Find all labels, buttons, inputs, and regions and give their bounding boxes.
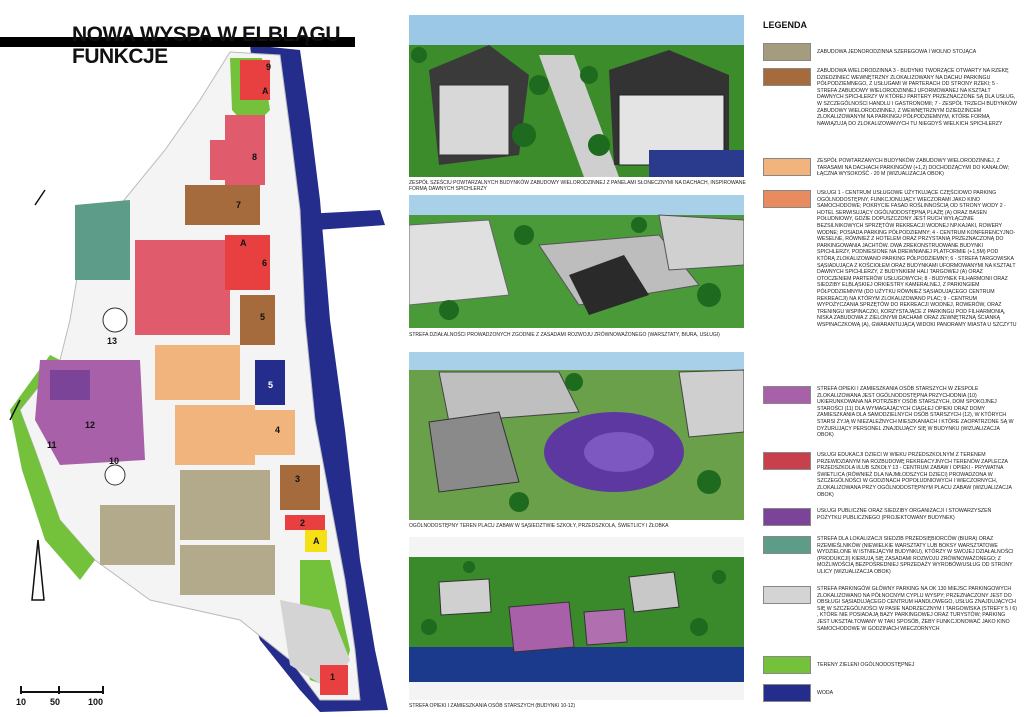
render-1-svg <box>409 15 744 177</box>
render-image-1 <box>409 15 744 177</box>
zone-label: 7 <box>236 200 242 210</box>
legend-text: ZABUDOWA WIELORODZINNA 3 - BUDYNKI TWORZ… <box>817 68 1017 127</box>
legend-item: STREFA OPIEKI I ZAMIESZKANIA OSÓB STARSZ… <box>763 386 1019 448</box>
zone-label: 12 <box>85 420 96 430</box>
zone-5a <box>240 295 275 345</box>
zone-label: A <box>262 86 269 96</box>
legend-swatch <box>763 536 811 554</box>
zone-business <box>75 200 130 280</box>
zone-label: 6 <box>262 258 268 268</box>
render-caption: STREFA DZIAŁALNOŚCI PROWADZONYCH ZGODNIE… <box>409 332 720 338</box>
zone-label: A <box>313 536 320 546</box>
scale-tick <box>58 686 60 694</box>
north-arrow-icon <box>31 539 45 601</box>
render-2-svg <box>409 195 744 328</box>
zone-single-2 <box>100 505 175 565</box>
zone-label: 13 <box>107 336 118 346</box>
legend-swatch <box>763 43 811 61</box>
zone-label: 9 <box>266 62 272 72</box>
legend-item: USŁUGI 1 - CENTRUM USŁUGOWE UŻYTKUJĄCE C… <box>763 190 1019 382</box>
legend-swatch <box>763 452 811 470</box>
legend-item: USŁUGI PUBLICZNE ORAZ SIEDZIBY ORGANIZAC… <box>763 508 1019 528</box>
site-plan-svg <box>9 45 388 712</box>
zone-3 <box>280 465 320 510</box>
legend-item: TERENY ZIELENI OGÓLNODOSTĘPNEJ <box>763 656 1019 676</box>
legend-swatch <box>763 68 811 86</box>
zone-label: 10 <box>109 456 120 466</box>
legend-swatch <box>763 508 811 526</box>
zone-label: A <box>240 238 247 248</box>
zone-label: 5 <box>268 380 274 390</box>
scale-tick <box>20 686 22 694</box>
legend-item: USŁUGI EDUKACJI DZIECI W WIEKU PRZEDSZKO… <box>763 452 1019 504</box>
render-image-4 <box>409 537 744 700</box>
legend-item: STREFA DLA LOKALIZACJI SIEDZIB PRZEDSIĘB… <box>763 536 1019 582</box>
legend-swatch <box>763 190 811 208</box>
legend-swatch <box>763 158 811 176</box>
compass-bracket-icon-2 <box>34 189 46 206</box>
zone-label: 8 <box>252 152 258 162</box>
scale-label: 100 <box>88 697 104 707</box>
zone-10 <box>104 464 126 486</box>
legend-swatch <box>763 684 811 702</box>
legend-item: STREFA PARKINGÓW GŁÓWNY PARKING NA OK 13… <box>763 586 1019 652</box>
legend-title: LEGENDA <box>763 20 808 30</box>
legend-text: STREFA OPIEKI I ZAMIESZKANIA OSÓB STARSZ… <box>817 386 1014 439</box>
site-plan-map: 9 A 8 7 A 6 5 13 5 4 12 11 10 3 2 A 1 10… <box>0 0 400 717</box>
legend-text: STREFA DLA LOKALIZACJI SIEDZIB PRZEDSIĘB… <box>817 536 1014 575</box>
legend-swatch <box>763 656 811 674</box>
scale-bar: 10 50 100 <box>14 683 114 713</box>
legend-item: ZABUDOWA JEDNORODZINNA SZEREGOWA I WOLNO… <box>763 43 1019 67</box>
zone-elderly-dark <box>50 370 90 400</box>
scale-tick <box>102 686 104 694</box>
zone-orange-2 <box>175 405 255 465</box>
zone-services-pink <box>135 240 230 335</box>
zone-label: 2 <box>300 518 306 528</box>
zone-label: 3 <box>295 474 301 484</box>
scale-label: 10 <box>16 697 27 707</box>
zone-7-box <box>210 140 230 180</box>
render-3-svg <box>409 352 744 520</box>
legend-text: USŁUGI PUBLICZNE ORAZ SIEDZIBY ORGANIZAC… <box>817 508 992 521</box>
render-image-3 <box>409 352 744 520</box>
render-caption: OGÓLNODOSTĘPNY TEREN PLACU ZABAW W SĄSIE… <box>409 523 669 529</box>
zone-label: 11 <box>47 440 57 450</box>
zone-orange-1 <box>155 345 240 400</box>
zone-13 <box>102 307 128 333</box>
legend-swatch <box>763 386 811 404</box>
page-title: NOWA WYSPA W ELBLĄGU <box>72 23 341 46</box>
zone-label: 4 <box>275 425 281 435</box>
zone-7 <box>185 185 260 225</box>
zone-8 <box>225 115 265 185</box>
render-caption: ZESPÓŁ SZEŚCIU POWTARZALNYCH BUDYNKÓW ZA… <box>409 180 746 192</box>
scale-line <box>20 691 104 693</box>
zone-label: 5 <box>260 312 266 322</box>
legend-swatch <box>763 586 811 604</box>
legend-item: ZABUDOWA WIELORODZINNA 3 - BUDYNKI TWORZ… <box>763 68 1019 156</box>
render-image-2 <box>409 195 744 328</box>
zone-single-3 <box>180 545 275 595</box>
page-subtitle: FUNKCJE <box>72 45 168 68</box>
render-caption: STREFA OPIEKI I ZAMIESZKANIA OSÓB STARSZ… <box>409 703 576 709</box>
zone-label: 1 <box>330 672 336 682</box>
legend-text: USŁUGI 1 - CENTRUM USŁUGOWE UŻYTKUJĄCE C… <box>817 190 1017 328</box>
legend-text: ZABUDOWA JEDNORODZINNA SZEREGOWA I WOLNO… <box>817 49 977 55</box>
legend-text: ZESPÓŁ POWTARZANYCH BUDYNKÓW ZABUDOWY WI… <box>817 158 1010 178</box>
legend-text: USŁUGI EDUKACJI DZIECI W WIEKU PRZEDSZKO… <box>817 452 1012 498</box>
scale-label: 50 <box>50 697 61 707</box>
zone-single-1 <box>180 470 270 540</box>
legend-text: TERENY ZIELENI OGÓLNODOSTĘPNEJ <box>817 662 915 668</box>
legend-item: WODA <box>763 684 1019 704</box>
render-4-svg <box>409 537 744 700</box>
legend-text: WODA <box>817 690 834 696</box>
zone-orange-3 <box>250 410 295 455</box>
legend-item: ZESPÓŁ POWTARZANYCH BUDYNKÓW ZABUDOWY WI… <box>763 158 1019 188</box>
legend-text: STREFA PARKINGÓW GŁÓWNY PARKING NA OK 13… <box>817 586 1017 632</box>
